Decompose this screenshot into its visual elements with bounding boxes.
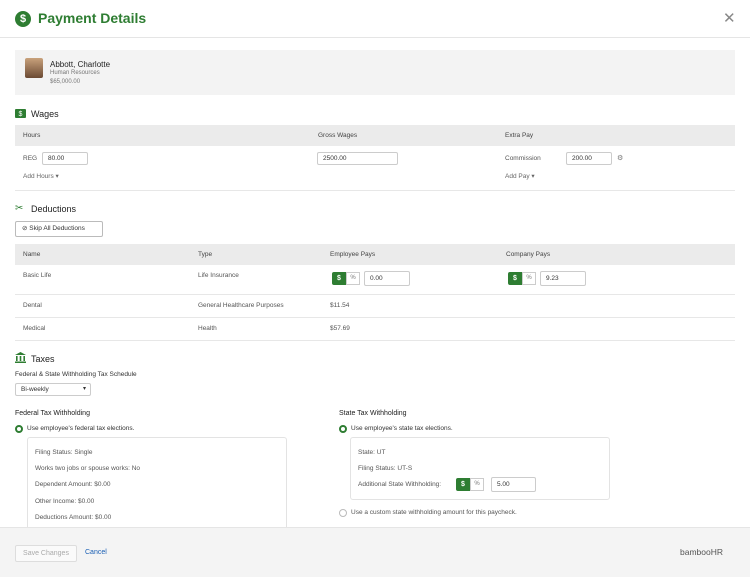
bank-icon [15,352,26,363]
employee-pays-input[interactable]: 0.00 [364,271,410,286]
modal-footer [0,527,750,577]
col-type: Type [198,251,213,258]
ban-icon: ⊘ [22,225,28,232]
state-elections-radio[interactable] [339,425,347,433]
deduction-name: Basic Life [23,272,52,279]
federal-line: Works two jobs or spouse works: No [35,465,140,472]
commission-input[interactable]: 200.00 [566,152,612,165]
col-company-pays: Company Pays [506,251,551,258]
deduction-type: Health [198,325,217,332]
gross-wages-input[interactable]: 2500.00 [317,152,398,165]
reg-hours-input[interactable]: 80.00 [42,152,88,165]
additional-state-label: Additional State Withholding: [358,481,442,488]
deduction-type: Life Insurance [198,272,239,279]
dollar-circle-icon: $ [15,11,31,27]
col-hours: Hours [23,132,41,139]
bamboohr-logo: bambooHR [680,547,723,557]
chevron-down-icon: ▾ [82,386,86,392]
gear-icon[interactable]: ⚙ [617,154,623,162]
additional-state-input[interactable]: 5.00 [491,477,536,492]
federal-line: Other Income: $0.00 [35,498,95,505]
employee-pays-value: $11.54 [330,302,350,309]
employee-percent-toggle[interactable]: % [346,272,360,285]
deduction-name: Medical [23,325,46,332]
federal-elections-radio[interactable] [15,425,23,433]
state-line: Filing Status: UT-S [358,465,413,472]
company-dollar-toggle[interactable]: $ [508,272,522,285]
svg-text:$: $ [19,111,23,118]
row-divider [15,317,735,318]
federal-title: Federal Tax Withholding [15,410,90,417]
skip-all-deductions-button[interactable]: ⊘ Skip All Deductions [15,221,103,237]
avatar [25,58,43,78]
close-icon[interactable]: ✕ [723,9,736,27]
wages-title: Wages [31,109,59,119]
employee-dollar-toggle[interactable]: $ [332,272,346,285]
divider [15,190,735,191]
taxes-title: Taxes [31,354,55,364]
federal-line: Filing Status: Single [35,449,93,456]
divider [15,340,735,341]
save-changes-button[interactable]: Save Changes [15,545,77,562]
custom-state-label: Use a custom state withholding amount fo… [351,509,517,516]
tax-schedule-select[interactable]: Bi-weekly ▾ [15,383,91,396]
company-percent-toggle[interactable]: % [522,272,536,285]
deduction-type: General Healthcare Purposes [198,302,284,309]
deductions-title: Deductions [31,204,77,214]
federal-line: Deductions Amount: $0.00 [35,514,112,521]
employee-card [15,50,735,95]
employee-salary: $65,000.00 [50,79,81,85]
tax-schedule-label: Federal & State Withholding Tax Schedule [15,371,137,378]
employee-name: Abbott, Charlotte [50,60,111,69]
state-dollar-toggle[interactable]: $ [456,478,470,491]
col-extra-pay: Extra Pay [505,132,534,139]
state-title: State Tax Withholding [339,410,407,417]
col-name: Name [23,251,41,258]
col-employee-pays: Employee Pays [330,251,376,258]
wages-header-bar [15,125,735,146]
employee-department: Human Resources [50,70,100,76]
deduction-name: Dental [23,302,42,309]
custom-state-radio[interactable] [339,509,347,517]
add-pay-link[interactable]: Add Pay ▾ [505,172,535,180]
company-pays-input[interactable]: 9.23 [540,271,586,286]
reg-label: REG [23,155,38,162]
federal-line: Dependent Amount: $0.00 [35,481,111,488]
scissors-icon: ✂ [15,203,24,214]
state-line: State: UT [358,449,386,456]
col-gross-wages: Gross Wages [318,132,358,139]
row-divider [15,294,735,295]
add-hours-link[interactable]: Add Hours ▾ [23,172,59,180]
page-title: Payment Details [38,10,147,26]
state-elections-label: Use employee's state tax elections. [351,425,453,432]
commission-label: Commission [505,155,541,162]
employee-pays-value: $57.69 [330,325,350,332]
federal-elections-label: Use employee's federal tax elections. [27,425,135,432]
money-bill-icon: $ [15,109,26,118]
state-percent-toggle[interactable]: % [470,478,484,491]
cancel-link[interactable]: Cancel [85,549,107,556]
